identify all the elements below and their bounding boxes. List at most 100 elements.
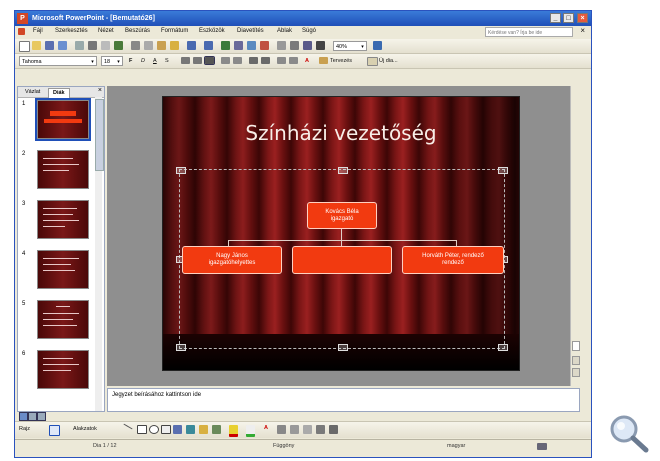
table-icon[interactable] xyxy=(234,41,243,50)
org-box-deputy[interactable]: Nagy János igazgatóhelyettes xyxy=(182,246,282,274)
slide-thumbnail[interactable]: 5 xyxy=(18,299,102,345)
grid-icon[interactable] xyxy=(303,41,312,50)
save-icon[interactable] xyxy=(45,41,54,50)
tab-outline[interactable]: Vázlat xyxy=(21,88,44,97)
slide-thumbnail[interactable]: 1 xyxy=(18,98,102,145)
increase-indent-icon[interactable] xyxy=(289,57,298,64)
font-color-button[interactable]: A xyxy=(305,58,309,64)
tab-slides[interactable]: Diák xyxy=(48,88,70,98)
menu-file[interactable]: Fájl xyxy=(33,28,43,34)
open-icon[interactable] xyxy=(32,41,41,50)
slide-title[interactable]: Színházi vezetőség xyxy=(163,121,519,145)
chart-icon[interactable] xyxy=(221,41,230,50)
menu-help[interactable]: Súgó xyxy=(302,28,316,34)
slideshow-view-icon[interactable] xyxy=(37,412,46,421)
org-chart-frame[interactable]: Kovács Béla igazgató Nagy János igazgató… xyxy=(176,167,508,351)
notes-pane[interactable]: Jegyzet beírásához kattintson ide xyxy=(107,388,580,412)
menu-edit[interactable]: Szerkesztés xyxy=(55,28,88,34)
zoom-select[interactable]: 40% ▾ xyxy=(333,41,367,51)
menu-format[interactable]: Formátum xyxy=(161,28,188,34)
org-box-director-stage[interactable]: Horváth Péter, rendező rendező xyxy=(402,246,504,274)
prev-slide-icon[interactable] xyxy=(572,356,580,365)
magnifier-icon[interactable] xyxy=(604,411,654,455)
org-box-empty[interactable] xyxy=(292,246,392,274)
cut-icon[interactable] xyxy=(131,41,140,50)
new-slide-button[interactable]: Új dia... xyxy=(379,58,398,64)
normal-view-icon[interactable] xyxy=(19,412,28,421)
numbering-icon[interactable] xyxy=(221,57,230,64)
slide-thumbnail[interactable]: 6 xyxy=(18,349,102,395)
align-right-icon[interactable] xyxy=(204,56,215,65)
diagram-icon[interactable] xyxy=(186,425,195,434)
font-select[interactable]: Tahoma ▾ xyxy=(19,56,97,66)
resize-handle[interactable] xyxy=(176,167,186,174)
rectangle-icon[interactable] xyxy=(137,425,147,434)
email-icon[interactable] xyxy=(75,41,84,50)
arrow-style-icon[interactable] xyxy=(303,425,312,434)
insert-picture-icon[interactable] xyxy=(260,41,269,50)
minimize-button[interactable]: _ xyxy=(550,13,561,23)
format-painter-icon[interactable] xyxy=(170,41,179,50)
wordart-icon[interactable] xyxy=(173,425,182,434)
slide-canvas[interactable]: Színházi vezetőség Kovács Béla igazgató … xyxy=(163,97,519,370)
new-icon[interactable] xyxy=(19,41,30,52)
org-box-director[interactable]: Kovács Béla igazgató xyxy=(307,202,377,229)
clipart-icon[interactable] xyxy=(199,425,208,434)
font-color-draw-button[interactable]: A xyxy=(264,425,268,431)
show-formatting-icon[interactable] xyxy=(290,41,299,50)
tables-borders-icon[interactable] xyxy=(247,41,256,50)
line-color-icon[interactable] xyxy=(246,425,255,437)
menu-insert[interactable]: Beszúrás xyxy=(125,28,150,34)
dash-style-icon[interactable] xyxy=(290,425,299,434)
menu-tools[interactable]: Eszközök xyxy=(199,28,225,34)
oval-icon[interactable] xyxy=(149,425,159,434)
preview-icon[interactable] xyxy=(101,41,110,50)
sorter-view-icon[interactable] xyxy=(28,412,37,421)
resize-handle[interactable] xyxy=(498,167,508,174)
draw-menu-button[interactable]: Rajz xyxy=(19,426,30,432)
line-icon[interactable] xyxy=(123,423,133,430)
resize-handle[interactable] xyxy=(338,344,348,351)
expand-all-icon[interactable] xyxy=(277,41,286,50)
menu-view[interactable]: Nézet xyxy=(98,28,114,34)
3d-style-icon[interactable] xyxy=(329,425,338,434)
scroll-thumb[interactable] xyxy=(572,341,580,351)
increase-font-icon[interactable] xyxy=(249,57,258,64)
autoshapes-button[interactable]: Alakzatok xyxy=(73,426,97,432)
bullets-icon[interactable] xyxy=(233,57,242,64)
help-search-input[interactable]: Kérdése van? Írja be ide xyxy=(485,27,573,37)
resize-handle[interactable] xyxy=(498,344,508,351)
color-grayscale-icon[interactable] xyxy=(316,41,325,50)
paste-icon[interactable] xyxy=(157,41,166,50)
slides-pane-scrollbar[interactable] xyxy=(95,97,104,411)
spelling-icon[interactable] xyxy=(114,41,123,50)
slide-vertical-scrollbar[interactable] xyxy=(570,86,580,386)
help-icon[interactable] xyxy=(373,41,382,50)
next-slide-icon[interactable] xyxy=(572,368,580,377)
permission-icon[interactable] xyxy=(58,41,67,50)
picture-icon[interactable] xyxy=(212,425,221,434)
undo-icon[interactable] xyxy=(187,41,196,50)
align-center-icon[interactable] xyxy=(193,57,202,64)
close-button[interactable]: × xyxy=(577,13,588,23)
close-pane-icon[interactable]: × xyxy=(98,87,102,94)
textbox-icon[interactable] xyxy=(161,425,171,434)
resize-handle[interactable] xyxy=(176,344,186,351)
slide-thumbnail[interactable]: 4 xyxy=(18,249,102,295)
shadow-button[interactable]: S xyxy=(165,58,169,64)
document-close-button[interactable]: × xyxy=(580,26,585,35)
slide-thumbnail[interactable]: 2 xyxy=(18,149,102,195)
line-style-icon[interactable] xyxy=(277,425,286,434)
fill-color-icon[interactable] xyxy=(229,425,238,437)
decrease-font-icon[interactable] xyxy=(261,57,270,64)
shadow-style-icon[interactable] xyxy=(316,425,325,434)
menu-window[interactable]: Ablak xyxy=(277,28,292,34)
notes-placeholder[interactable]: Jegyzet beírásához kattintson ide xyxy=(112,392,201,398)
align-left-icon[interactable] xyxy=(181,57,190,64)
slide-thumbnail[interactable]: 3 xyxy=(18,199,102,245)
select-objects-icon[interactable] xyxy=(49,425,60,436)
bold-button[interactable]: F xyxy=(129,58,132,64)
menu-slideshow[interactable]: Diavetítés xyxy=(237,28,264,34)
restore-button[interactable]: □ xyxy=(563,13,574,23)
redo-icon[interactable] xyxy=(204,41,213,50)
